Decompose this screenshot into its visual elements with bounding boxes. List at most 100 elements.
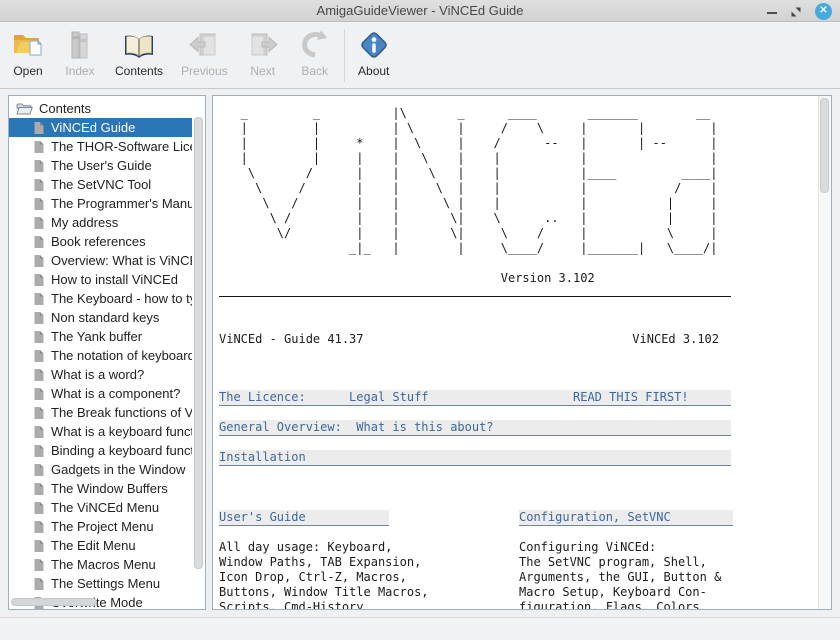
document-icon [33, 425, 45, 439]
index-button: Index [54, 23, 106, 88]
toolbar-separator [344, 29, 345, 82]
sidebar-item-the-user-s-guide[interactable]: The User's Guide [9, 156, 192, 175]
document-icon [33, 235, 45, 249]
about-info-icon [357, 28, 391, 62]
link-users-guide[interactable]: User's Guide [219, 510, 389, 526]
document-icon [33, 121, 45, 135]
link-general-overview[interactable]: General Overview: What is this about? [219, 420, 731, 436]
sidebar-item-the-setvnc-tool[interactable]: The SetVNC Tool [9, 175, 192, 194]
document-header-line: ViNCEd - Guide 41.37 ViNCEd 3.102 [219, 332, 719, 347]
link-installation[interactable]: Installation [219, 450, 731, 466]
sidebar-item-my-address[interactable]: My address [9, 213, 192, 232]
sidebar-item-the-settings-menu[interactable]: The Settings Menu [9, 574, 192, 593]
about-button-label: About [358, 64, 389, 78]
sidebar-item-label: Binding a keyboard function [51, 443, 192, 458]
sidebar-item-non-standard-keys[interactable]: Non standard keys [9, 308, 192, 327]
sidebar-item-overview-what-is-vinced-a[interactable]: Overview: What is ViNCEd a [9, 251, 192, 270]
contents-button[interactable]: Contents [106, 23, 172, 88]
document-icon [33, 463, 45, 477]
sidebar-item-label: The THOR-Software Licence [51, 139, 192, 154]
configuration-summary: Configuring ViNCEd: The SetVNC program, … [519, 540, 721, 610]
document-icon [33, 577, 45, 591]
tree-root-label: Contents [39, 101, 91, 116]
document-header-right: ViNCEd 3.102 [632, 332, 719, 347]
sidebar-item-how-to-install-vinced[interactable]: How to install ViNCEd [9, 270, 192, 289]
document-icon [33, 140, 45, 154]
status-bar [0, 617, 840, 640]
document-icon [33, 406, 45, 420]
tree-items: ViNCEd Guide The THOR-Software Licence The… [9, 118, 205, 610]
contents-tree-panel: Contents ViNCEd Guide The THOR-Software L… [8, 95, 206, 610]
document-icon [33, 349, 45, 363]
sidebar-item-what-is-a-component[interactable]: What is a component? [9, 384, 192, 403]
link-configuration-setvnc[interactable]: Configuration, SetVNC [519, 510, 733, 526]
link-the-licence[interactable]: The Licence: Legal Stuff READ THIS FIRST… [219, 390, 731, 406]
folder-open-small-icon [16, 102, 33, 115]
sidebar-item-gadgets-in-the-window[interactable]: Gadgets in the Window [9, 460, 192, 479]
content-vertical-scrollbar-thumb[interactable] [820, 98, 829, 193]
minimize-icon[interactable] [767, 12, 777, 14]
sidebar-item-the-project-menu[interactable]: The Project Menu [9, 517, 192, 536]
previous-button: Previous [172, 23, 237, 88]
sidebar-item-what-is-a-word[interactable]: What is a word? [9, 365, 192, 384]
sidebar-item-the-yank-buffer[interactable]: The Yank buffer [9, 327, 192, 346]
sidebar-item-the-window-buffers[interactable]: The Window Buffers [9, 479, 192, 498]
sidebar-item-the-macros-menu[interactable]: The Macros Menu [9, 555, 192, 574]
window-title: AmigaGuideViewer - ViNCEd Guide [317, 3, 524, 18]
content-vertical-scrollbar-track[interactable] [818, 96, 831, 609]
next-page-icon [246, 28, 280, 62]
titlebar: AmigaGuideViewer - ViNCEd Guide ✕ [0, 0, 840, 22]
sidebar-item-book-references[interactable]: Book references [9, 232, 192, 251]
open-button[interactable]: Open [2, 23, 54, 88]
maximize-icon[interactable] [790, 5, 802, 17]
users-guide-summary: All day usage: Keyboard, Window Paths, T… [219, 540, 429, 610]
sidebar-item-label: The Project Menu [51, 519, 154, 534]
sidebar-item-the-keyboard-how-to-type[interactable]: The Keyboard - how to type [9, 289, 192, 308]
contents-button-label: Contents [115, 64, 163, 78]
about-button[interactable]: About [348, 23, 400, 88]
sidebar-item-the-programmer-s-manual[interactable]: The Programmer's Manual [9, 194, 192, 213]
sidebar-item-label: The Keyboard - how to type [51, 291, 192, 306]
sidebar-item-label: Gadgets in the Window [51, 462, 185, 477]
back-arrow-icon [298, 28, 332, 62]
sidebar-vertical-scrollbar-thumb[interactable] [194, 117, 203, 569]
sidebar-item-label: The Settings Menu [51, 576, 160, 591]
sidebar-item-the-vinced-menu[interactable]: The ViNCEd Menu [9, 498, 192, 517]
back-button-label: Back [301, 64, 328, 78]
document-icon [33, 558, 45, 572]
document-icon [33, 159, 45, 173]
document-icon [33, 482, 45, 496]
sidebar-item-label: The Macros Menu [51, 557, 156, 572]
sidebar-item-label: The Programmer's Manual [51, 196, 192, 211]
sidebar-item-label: The Edit Menu [51, 538, 136, 553]
sidebar-item-the-notation-of-keyboard-se[interactable]: The notation of keyboard se [9, 346, 192, 365]
back-button: Back [289, 23, 341, 88]
document-icon [33, 520, 45, 534]
open-button-label: Open [13, 64, 42, 78]
tree-root-contents[interactable]: Contents [9, 96, 205, 118]
sidebar-horizontal-scrollbar-thumb[interactable] [11, 598, 97, 606]
sidebar-item-label: The ViNCEd Menu [51, 500, 159, 515]
sidebar-item-label: The SetVNC Tool [51, 177, 151, 192]
sidebar-item-label: What is a component? [51, 386, 180, 401]
sidebar-item-label: My address [51, 215, 118, 230]
sidebar-item-the-thor-software-licence[interactable]: The THOR-Software Licence [9, 137, 192, 156]
contents-book-icon [122, 28, 156, 62]
sidebar-item-label: What is a keyboard function [51, 424, 192, 439]
sidebar-item-label: Book references [51, 234, 146, 249]
document-icon [33, 330, 45, 344]
horizontal-rule [219, 296, 731, 297]
sidebar-item-the-edit-menu[interactable]: The Edit Menu [9, 536, 192, 555]
close-icon[interactable]: ✕ [815, 3, 832, 20]
window-controls: ✕ [767, 0, 832, 22]
document-icon [33, 368, 45, 382]
sidebar-item-vinced-guide[interactable]: ViNCEd Guide [9, 118, 192, 137]
next-button-label: Next [250, 64, 275, 78]
index-books-icon [63, 28, 97, 62]
sidebar-item-label: The Window Buffers [51, 481, 168, 496]
previous-button-label: Previous [181, 64, 228, 78]
document-header-left: ViNCEd - Guide 41.37 [219, 332, 364, 347]
sidebar-item-binding-a-keyboard-function[interactable]: Binding a keyboard function [9, 441, 192, 460]
sidebar-item-the-break-functions-of-vinc[interactable]: The Break functions of ViNC [9, 403, 192, 422]
sidebar-item-what-is-a-keyboard-function[interactable]: What is a keyboard function [9, 422, 192, 441]
